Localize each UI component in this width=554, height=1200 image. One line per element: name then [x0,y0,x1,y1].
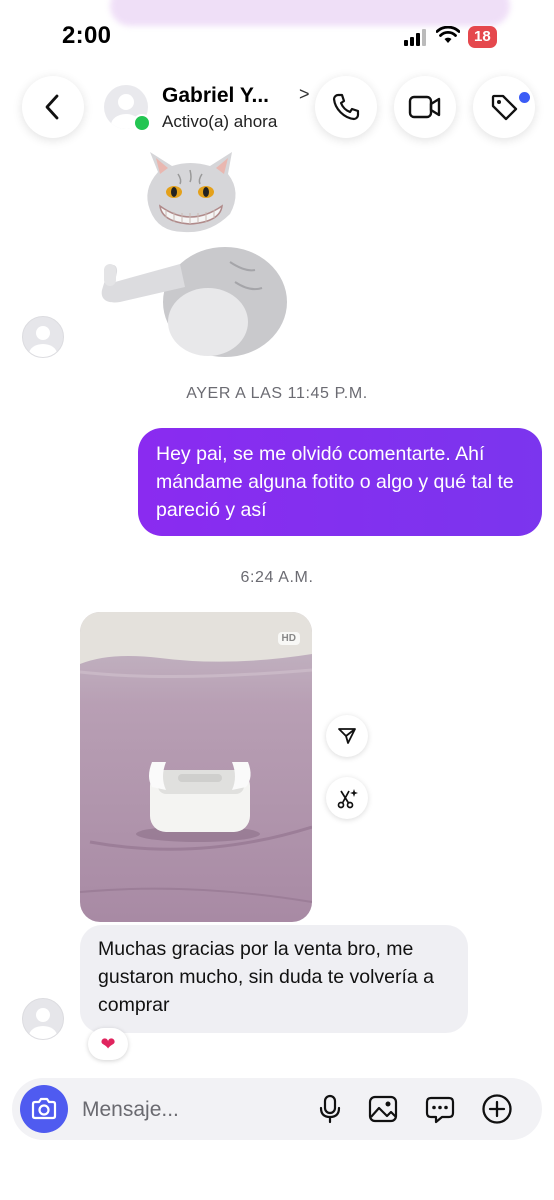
wifi-icon [435,25,461,49]
scissors-sparkle-icon [337,789,358,809]
image-icon [368,1095,398,1123]
microphone-icon [319,1094,341,1124]
microphone-button[interactable] [313,1092,347,1126]
notification-dot [517,90,532,105]
status-time: 2:00 [62,22,112,49]
audio-call-button[interactable] [315,76,377,138]
message-timestamp: 6:24 A.M. [240,569,314,586]
photo-message[interactable]: HD [80,612,312,922]
contact-avatar-small[interactable] [22,316,64,358]
tag-icon [491,94,518,121]
video-call-button[interactable] [394,76,456,138]
cellular-signal-icon [404,28,428,46]
ai-edit-button[interactable] [326,777,368,819]
outgoing-message-bubble[interactable]: Hey pai, se me olvidó comentarte. Ahí má… [138,428,542,536]
contact-activity-status: Activo(a) ahora [162,112,278,131]
share-button[interactable] [326,715,368,757]
phone-icon [332,93,360,121]
back-button[interactable] [22,76,84,138]
video-camera-icon [408,95,441,119]
online-status-dot [133,114,151,132]
chevron-left-icon [45,94,59,120]
status-icons: 18 [404,22,497,52]
chevron-right-icon[interactable]: > [299,84,310,105]
tag-button[interactable] [473,76,535,138]
contact-avatar-small[interactable] [22,998,64,1040]
incoming-message-bubble[interactable]: Muchas gracias por la venta bro, me gust… [80,925,468,1033]
camera-icon [31,1097,57,1120]
hd-badge: HD [277,632,300,645]
message-timestamp: AYER A LAS 11:45 P.M. [186,385,368,402]
contact-name[interactable]: Gabriel Y... [162,84,269,108]
add-button[interactable] [480,1092,514,1126]
chat-bubble-dots-icon [425,1096,455,1124]
send-icon [338,728,356,744]
message-composer [12,1078,542,1140]
plus-circle-icon [482,1094,512,1124]
message-input[interactable] [80,1090,304,1130]
battery-indicator: 18 [468,26,497,48]
gallery-button[interactable] [366,1092,400,1126]
stickers-button[interactable] [423,1092,457,1126]
camera-button[interactable] [20,1085,68,1133]
cat-sticker[interactable] [80,152,300,357]
heart-reaction[interactable]: ❤ [88,1028,128,1060]
